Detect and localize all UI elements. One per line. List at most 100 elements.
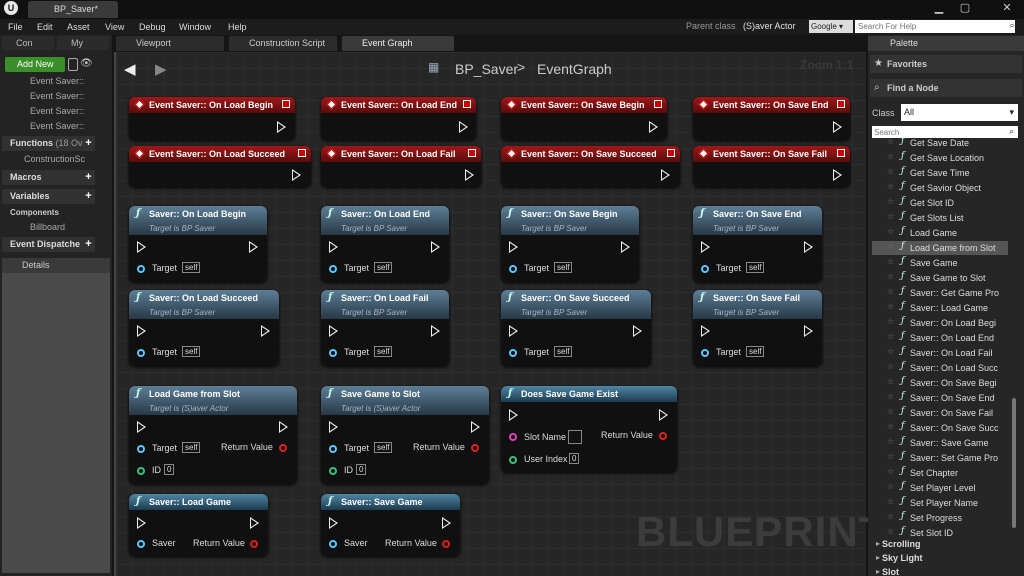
delegate-pin-icon[interactable]	[298, 149, 306, 157]
star-icon[interactable]: ☆	[887, 137, 894, 146]
add-new-button[interactable]: Add New	[5, 57, 65, 72]
exec-out-pin[interactable]	[250, 517, 259, 529]
star-icon[interactable]: ☆	[887, 212, 894, 221]
palette-tab[interactable]: Palette	[868, 36, 1024, 51]
tab-components[interactable]: Con	[2, 36, 54, 50]
tab-viewport[interactable]: Viewport	[116, 36, 224, 51]
palette-item[interactable]: Save Game	[910, 256, 1018, 270]
star-icon[interactable]: ☆	[887, 467, 894, 476]
palette-item[interactable]: Saver:: On Load End	[910, 331, 1018, 345]
palette-item[interactable]: Save Game to Slot	[910, 271, 1018, 285]
delegate-pin-icon[interactable]	[667, 149, 675, 157]
palette-item[interactable]: Set Player Level	[910, 481, 1018, 495]
self-value[interactable]: self	[374, 346, 393, 357]
target-pin[interactable]	[329, 349, 337, 357]
find-node-section[interactable]: Find a Node	[870, 79, 1022, 97]
target-pin[interactable]	[329, 445, 337, 453]
star-icon[interactable]: ☆	[887, 377, 894, 386]
exec-in-pin[interactable]	[329, 241, 338, 253]
exec-out-pin[interactable]	[471, 421, 480, 433]
self-value[interactable]: self	[554, 346, 573, 357]
id-pin[interactable]	[329, 467, 337, 475]
self-value[interactable]: self	[746, 262, 765, 273]
eye-icon[interactable]: 👁	[80, 58, 93, 69]
palette-category[interactable]: Slot	[882, 567, 899, 576]
event-node[interactable]: Event Saver:: On Save Succeed	[501, 146, 680, 187]
target-pin[interactable]	[509, 265, 517, 273]
delegate-pin-icon[interactable]	[837, 100, 845, 108]
exec-out-pin[interactable]	[249, 241, 258, 253]
favorites-section[interactable]: Favorites	[870, 55, 1022, 73]
macros-section[interactable]: Macros +	[2, 170, 95, 185]
parent-class-link[interactable]: (S)aver Actor	[743, 21, 796, 31]
call-node[interactable]: ƒ Saver:: On Load Begin Target is BP Saver…	[129, 206, 267, 282]
palette-item[interactable]: Saver:: Load Game	[910, 301, 1018, 315]
target-pin[interactable]	[137, 265, 145, 273]
self-value[interactable]: self	[374, 442, 393, 453]
exec-in-pin[interactable]	[509, 241, 518, 253]
document-tab[interactable]: BP_Saver*	[28, 1, 118, 18]
return-value-pin[interactable]	[471, 444, 479, 452]
palette-item[interactable]: Saver:: On Save Fail	[910, 406, 1018, 420]
slot-name-input[interactable]	[568, 430, 582, 444]
palette-item[interactable]: Set Player Name	[910, 496, 1018, 510]
star-icon[interactable]: ☆	[887, 422, 894, 431]
exec-out-pin[interactable]	[621, 241, 630, 253]
event-item[interactable]: Event Saver::	[30, 105, 84, 118]
class-dropdown[interactable]: All ▾	[901, 104, 1018, 121]
user-index-input[interactable]: 0	[569, 453, 580, 464]
palette-item[interactable]: Get Save Time	[910, 166, 1018, 180]
self-value[interactable]: self	[182, 346, 201, 357]
return-value-pin[interactable]	[659, 432, 667, 440]
exec-in-pin[interactable]	[137, 241, 146, 253]
function-item[interactable]: ConstructionSc	[24, 153, 85, 166]
saver-pin[interactable]	[137, 540, 145, 548]
exec-in-pin[interactable]	[701, 241, 710, 253]
tab-my-blueprint[interactable]: My	[57, 36, 109, 50]
expand-arrow-icon[interactable]: ▸	[876, 567, 880, 576]
exec-out-pin[interactable]	[804, 325, 813, 337]
call-node[interactable]: ƒ Saver:: On Load End Target is BP Saver Ta…	[321, 206, 449, 282]
target-pin[interactable]	[701, 349, 709, 357]
palette-item[interactable]: Get Savior Object	[910, 181, 1018, 195]
help-search-input[interactable]	[855, 20, 1015, 33]
self-value[interactable]: self	[746, 346, 765, 357]
exec-out-pin[interactable]	[277, 121, 286, 133]
add-variable-icon[interactable]: +	[82, 189, 95, 204]
menu-window[interactable]: Window	[179, 19, 211, 35]
star-icon[interactable]: ☆	[887, 362, 894, 371]
call-node[interactable]: ƒ Saver:: On Load Fail Target is BP Saver T…	[321, 290, 449, 366]
palette-item[interactable]: Saver:: On Save Succ	[910, 421, 1018, 435]
search-icon[interactable]: ⌕	[1006, 20, 1018, 33]
star-icon[interactable]: ☆	[887, 287, 894, 296]
palette-item[interactable]: Saver:: Get Game Pro	[910, 286, 1018, 300]
functions-section[interactable]: Functions (18 Ov +	[2, 136, 95, 151]
star-icon[interactable]: ☆	[887, 167, 894, 176]
minimize-icon[interactable]: ▁	[928, 0, 950, 16]
star-icon[interactable]: ☆	[887, 302, 894, 311]
star-icon[interactable]: ☆	[887, 317, 894, 326]
dispatchers-section[interactable]: Event Dispatche +	[2, 237, 95, 252]
menu-asset[interactable]: Asset	[67, 19, 90, 35]
expand-arrow-icon[interactable]: ▸	[876, 539, 880, 548]
exec-in-pin[interactable]	[509, 409, 518, 421]
exec-out-pin[interactable]	[292, 169, 301, 181]
does-save-game-exist-node[interactable]: ƒ Does Save Game Exist Slot Name Return Val…	[501, 386, 677, 472]
saver-pin[interactable]	[329, 540, 337, 548]
palette-category[interactable]: Scrolling	[882, 539, 921, 549]
breadcrumb-blueprint[interactable]: BP_Saver	[455, 61, 518, 77]
exec-out-pin[interactable]	[431, 325, 440, 337]
forward-arrow-icon[interactable]: ▶	[155, 60, 167, 78]
star-icon[interactable]: ☆	[887, 527, 894, 536]
delegate-pin-icon[interactable]	[468, 149, 476, 157]
exec-in-pin[interactable]	[509, 325, 518, 337]
star-icon[interactable]: ☆	[887, 497, 894, 506]
target-pin[interactable]	[137, 445, 145, 453]
palette-category[interactable]: Sky Light	[882, 553, 923, 563]
star-icon[interactable]: ☆	[887, 197, 894, 206]
star-icon[interactable]: ☆	[887, 272, 894, 281]
search-engine-dropdown[interactable]: Google ▾	[809, 20, 853, 33]
exec-out-pin[interactable]	[442, 517, 451, 529]
delegate-pin-icon[interactable]	[654, 100, 662, 108]
menu-file[interactable]: File	[8, 19, 23, 35]
